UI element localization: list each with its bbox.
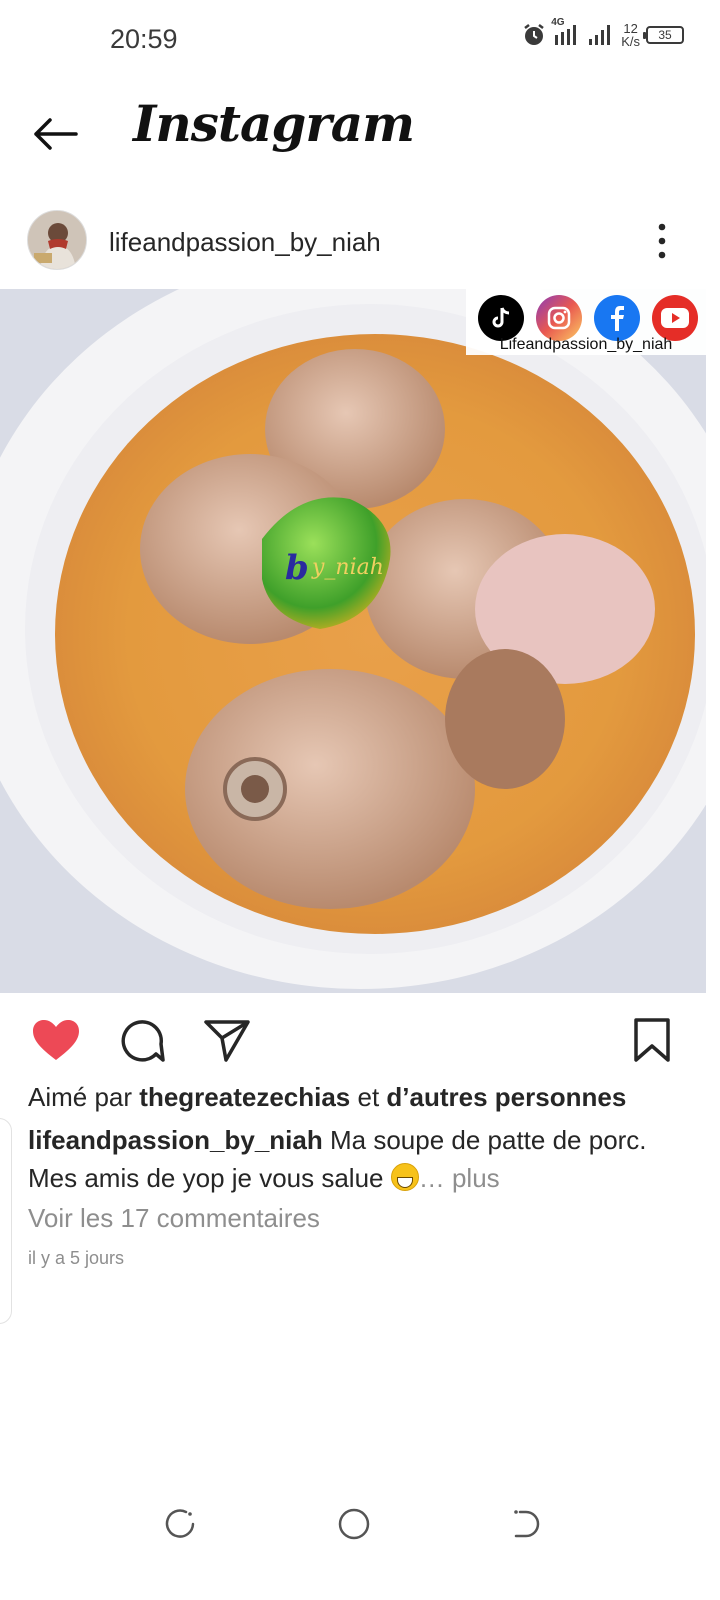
post-timestamp: il y a 5 jours <box>28 1248 125 1268</box>
bookmark-icon <box>634 1018 670 1062</box>
recent-apps-button[interactable] <box>160 1504 200 1544</box>
save-button[interactable] <box>628 1016 680 1066</box>
network-type: 4G <box>551 17 565 28</box>
app-header: Instagram <box>0 88 720 178</box>
post-actions <box>0 1012 720 1068</box>
status-icons: 4G 12 K/s 35 <box>521 17 684 48</box>
grinning-emoji-icon <box>390 1163 419 1191</box>
more-options-button[interactable] <box>644 219 680 263</box>
net-speed: 12 K/s <box>621 22 640 48</box>
likes-others[interactable]: d’autres personnes <box>386 1082 626 1112</box>
svg-text:y_niah: y_niah <box>311 555 384 580</box>
soup-photo: b y_niah <box>0 289 706 993</box>
instagram-logo: Instagram <box>133 94 415 153</box>
caption-more-link[interactable]: … plus <box>419 1163 500 1193</box>
avatar[interactable] <box>27 210 87 270</box>
post-username[interactable]: lifeandpassion_by_niah <box>109 227 381 258</box>
home-button[interactable] <box>334 1504 374 1544</box>
watermark-handle: Lifeandpassion_by_niah <box>499 336 673 353</box>
heart-filled-icon <box>33 1020 79 1060</box>
signal-4g-icon: 4G <box>551 17 581 47</box>
post-header: lifeandpassion_by_niah <box>0 205 720 275</box>
share-button[interactable] <box>202 1016 254 1066</box>
arrow-left-icon <box>34 118 78 150</box>
comment-button[interactable] <box>116 1016 168 1066</box>
edge-panel-handle[interactable] <box>0 1118 12 1324</box>
more-vertical-icon <box>658 223 666 259</box>
youtube-icon <box>652 295 698 341</box>
facebook-icon <box>594 295 640 341</box>
status-bar: 20:59 4G 12 K/s 35 <box>0 0 720 80</box>
likes-user[interactable]: thegreatezechias <box>139 1082 350 1112</box>
likes-prefix: Aimé par <box>28 1082 133 1112</box>
svg-text:b: b <box>285 548 309 588</box>
battery-icon: 35 <box>643 26 684 44</box>
back-nav-icon <box>514 1510 540 1538</box>
comment-icon <box>121 1020 165 1062</box>
caption-author[interactable]: lifeandpassion_by_niah <box>28 1125 323 1155</box>
battery-level: 35 <box>658 28 672 42</box>
social-watermark: Lifeandpassion_by_niah <box>466 289 706 355</box>
like-button[interactable] <box>30 1016 82 1066</box>
home-circle-icon <box>338 1508 370 1540</box>
recent-apps-icon <box>165 1509 195 1538</box>
net-speed-unit: K/s <box>621 34 640 49</box>
status-time: 20:59 <box>110 24 178 54</box>
back-button[interactable] <box>28 114 82 154</box>
system-nav-bar <box>0 1490 720 1560</box>
signal-icon <box>587 23 615 47</box>
view-comments-link[interactable]: Voir les 17 commentaires <box>28 1203 320 1234</box>
instagram-icon <box>536 295 582 341</box>
post-caption: lifeandpassion_by_niah Ma soupe de patte… <box>28 1121 688 1197</box>
post-image[interactable]: b y_niah Lifeandpassion_by_niah <box>0 289 706 993</box>
likes-connector: et <box>357 1082 380 1112</box>
send-icon <box>204 1020 250 1062</box>
back-nav-button[interactable] <box>506 1504 546 1544</box>
likes-summary[interactable]: Aimé par thegreatezechias et d’autres pe… <box>28 1082 626 1113</box>
alarm-icon <box>521 22 547 48</box>
tiktok-icon <box>478 295 524 341</box>
